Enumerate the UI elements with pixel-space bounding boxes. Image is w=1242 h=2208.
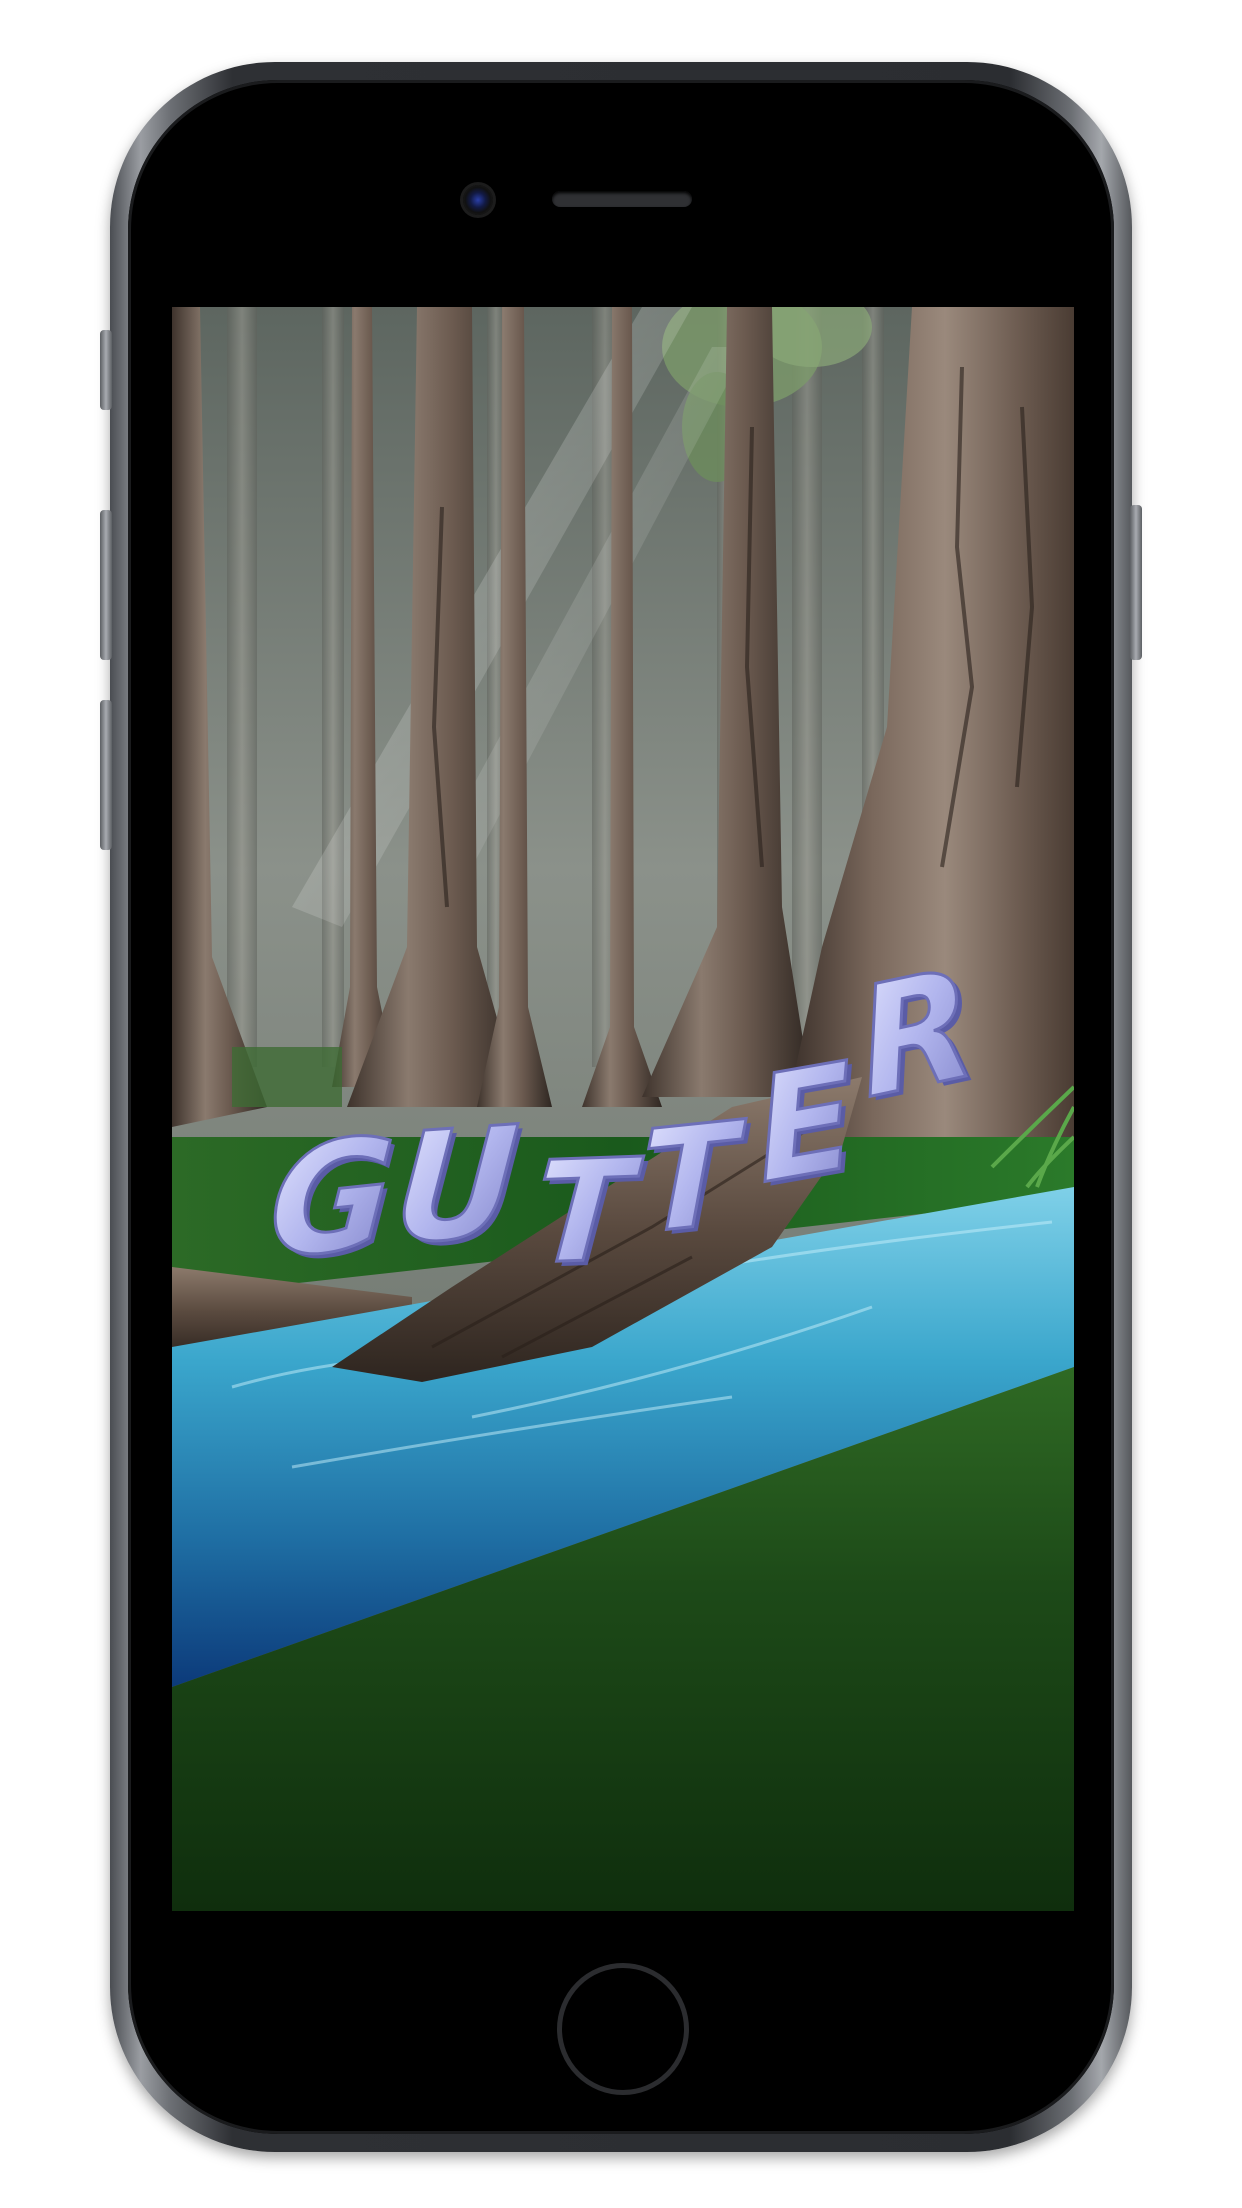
front-camera-icon [463,185,493,215]
svg-text:T: T [642,1092,746,1266]
volume-up-button [100,510,112,660]
title-letter-u: U U [388,1092,528,1283]
game-scene: G G U U T T T T E E R R [172,307,1074,1911]
earpiece-speaker [552,191,692,207]
title-letter-e: E E [746,1030,868,1221]
svg-text:U: U [389,1093,523,1278]
power-button [1130,505,1142,660]
game-screen[interactable]: G G U U T T T T E E R R [172,307,1074,1911]
svg-text:E: E [748,1031,863,1216]
title-letter-t: T T [641,1090,752,1270]
shrub [232,1047,342,1107]
home-button-icon[interactable] [557,1963,689,2095]
svg-text:G: G [264,1103,399,1293]
title-letter-r: R R [846,935,990,1137]
title-letter-g: G G [263,1102,404,1298]
svg-text:R: R [848,936,985,1133]
volume-down-button [100,700,112,850]
screenshot-canvas: G G U U T T T T E E R R [0,0,1242,2208]
mute-switch [100,330,112,410]
